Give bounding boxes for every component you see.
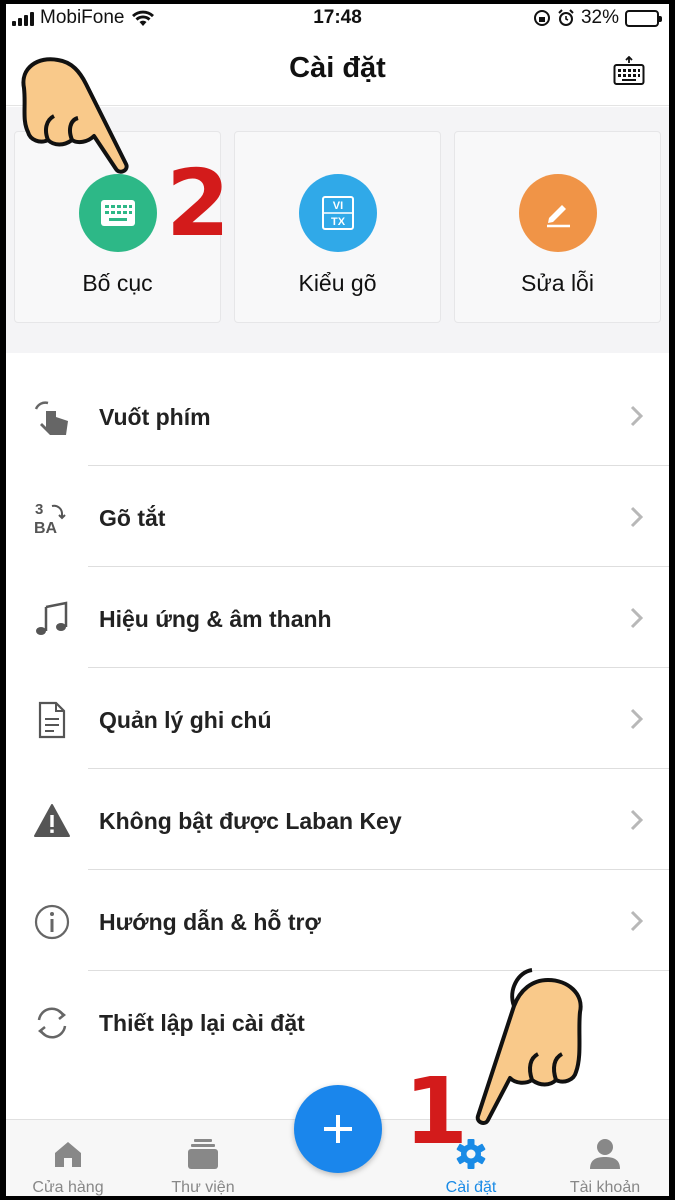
chevron-right-icon [630, 910, 644, 932]
settings-row-help[interactable]: Hướng dẫn & hỗ trợ [6, 870, 669, 971]
step-2-marker: 2 [166, 150, 231, 257]
document-icon [32, 700, 72, 740]
pencil-icon [547, 205, 570, 228]
app-screen: MobiFone 17:48 32% Cài đặt Bố cục VI TX … [6, 4, 669, 1196]
card-label: Bố cục [82, 270, 153, 296]
vitx-top-text: VI [333, 200, 343, 212]
settings-row-effects[interactable]: Hiệu ứng & âm thanh [6, 567, 669, 668]
chevron-right-icon [630, 607, 644, 629]
store-icon [48, 1136, 88, 1172]
library-icon [183, 1136, 223, 1172]
add-button[interactable] [294, 1085, 382, 1173]
tab-label: Cửa hàng [32, 1179, 104, 1196]
status-right: 32% [533, 7, 662, 29]
settings-row-shortcut[interactable]: 3 BA Gõ tắt [6, 466, 669, 567]
keyboard-icon [101, 200, 135, 226]
tab-label: Cài đặt [445, 1179, 497, 1196]
shortcut-bottom-text: BA [34, 520, 58, 537]
vitx-icon: VI TX [322, 196, 354, 230]
card-icon-circle [519, 174, 597, 252]
settings-row-label: Quản lý ghi chú [99, 707, 272, 733]
shortcut-icon: 3 BA [32, 498, 72, 538]
settings-row-label: Hướng dẫn & hỗ trợ [99, 909, 321, 935]
pointing-hand-icon [475, 968, 583, 1125]
settings-row-swipe[interactable]: Vuốt phím [6, 365, 669, 466]
warning-icon [32, 801, 72, 841]
battery-icon [625, 9, 662, 27]
chevron-right-icon [630, 506, 644, 528]
plus-icon [324, 1115, 352, 1143]
tab-label: Tài khoản [569, 1179, 641, 1196]
settings-row-label: Vuốt phím [99, 404, 211, 430]
settings-row-notes[interactable]: Quản lý ghi chú [6, 668, 669, 769]
card-icon-circle [79, 174, 157, 252]
settings-row-label: Hiệu ứng & âm thanh [99, 606, 332, 632]
tab-library[interactable]: Thư viện [143, 1120, 263, 1196]
shortcut-top-text: 3 [35, 501, 43, 518]
card-input-method[interactable]: VI TX Kiểu gõ [234, 131, 441, 323]
card-label: Kiểu gõ [298, 270, 377, 296]
alarm-icon [558, 9, 574, 26]
info-icon [32, 902, 72, 942]
chevron-right-icon [630, 809, 644, 831]
battery-percent: 32% [580, 7, 619, 28]
music-note-icon [32, 599, 72, 639]
settings-row-troubleshoot[interactable]: Không bật được Laban Key [6, 769, 669, 870]
card-spell-check[interactable]: Sửa lỗi [454, 131, 661, 323]
reset-icon [32, 1003, 72, 1043]
tab-store[interactable]: Cửa hàng [8, 1120, 128, 1196]
chevron-right-icon [630, 405, 644, 427]
card-icon-circle: VI TX [299, 174, 377, 252]
settings-row-label: Gõ tắt [99, 505, 166, 531]
step-1-marker: 1 [404, 1058, 469, 1165]
keyboard-icon[interactable] [613, 56, 645, 86]
settings-row-label: Thiết lập lại cài đặt [99, 1010, 305, 1036]
tab-label: Thư viện [171, 1179, 235, 1196]
status-bar: MobiFone 17:48 32% [6, 4, 669, 32]
pointing-hand-icon [21, 57, 129, 174]
card-label: Sửa lỗi [521, 270, 594, 296]
swipe-hand-icon [32, 397, 72, 437]
settings-row-label: Không bật được Laban Key [99, 808, 402, 834]
account-icon [585, 1136, 625, 1172]
chevron-right-icon [630, 708, 644, 730]
tab-account[interactable]: Tài khoản [545, 1120, 665, 1196]
rotation-lock-icon [533, 10, 550, 26]
vitx-bottom-text: TX [331, 216, 346, 228]
